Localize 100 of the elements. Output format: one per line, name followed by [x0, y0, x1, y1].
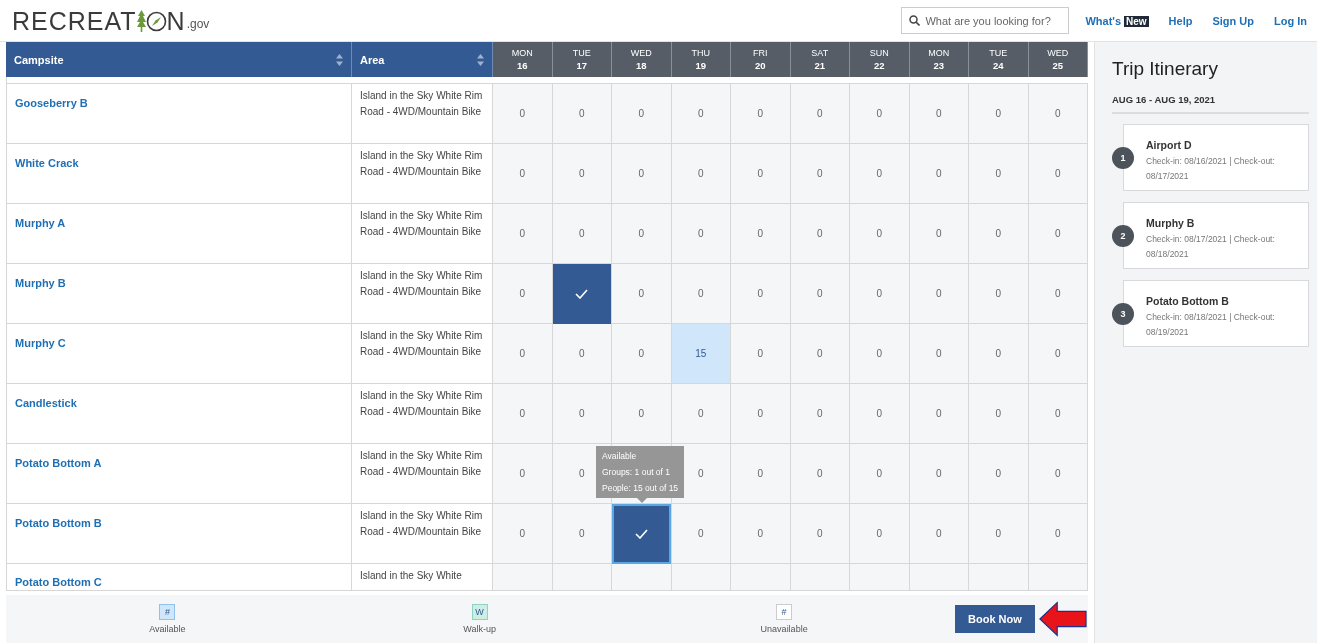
availability-cell[interactable]: 0	[969, 504, 1029, 564]
availability-cell[interactable]: 0	[731, 444, 791, 504]
availability-cell[interactable]: 0	[552, 324, 612, 384]
availability-cell[interactable]: 0	[493, 324, 553, 384]
availability-cell[interactable]	[1028, 564, 1088, 591]
campsite-link[interactable]: Murphy A	[15, 217, 66, 229]
availability-cell[interactable]	[731, 564, 791, 591]
availability-cell[interactable]: 0	[552, 84, 612, 144]
nav-link[interactable]: What's New	[1085, 14, 1149, 27]
availability-cell[interactable]: 0	[790, 264, 850, 324]
campsite-link[interactable]: Potato Bottom C	[15, 576, 102, 588]
nav-link[interactable]: Sign Up	[1212, 14, 1254, 27]
nav-link[interactable]: Log In	[1274, 14, 1307, 27]
availability-cell[interactable]: 0	[790, 504, 850, 564]
campsite-link[interactable]: Potato Bottom B	[15, 517, 102, 529]
availability-cell[interactable]: 0	[909, 384, 969, 444]
campsite-link[interactable]: Candlestick	[15, 397, 77, 409]
availability-cell[interactable]: 0	[1028, 204, 1088, 264]
availability-cell[interactable]: 0	[731, 324, 791, 384]
availability-cell[interactable]: 0	[850, 144, 910, 204]
availability-cell[interactable]: 0	[969, 84, 1029, 144]
availability-cell[interactable]	[969, 564, 1029, 591]
availability-cell[interactable]: 0	[1028, 144, 1088, 204]
availability-cell[interactable]: 0	[850, 264, 910, 324]
selected-cell[interactable]	[612, 504, 671, 564]
availability-cell[interactable]: 0	[612, 84, 672, 144]
availability-cell[interactable]: 0	[493, 84, 553, 144]
availability-cell[interactable]: 0	[790, 444, 850, 504]
availability-cell[interactable]	[671, 564, 731, 591]
availability-cell[interactable]: 0	[909, 204, 969, 264]
availability-cell[interactable]	[612, 564, 672, 591]
availability-cell[interactable]	[909, 564, 969, 591]
campsite-link[interactable]: Potato Bottom A	[15, 457, 102, 469]
availability-cell[interactable]: 0	[552, 204, 612, 264]
availability-cell[interactable]: 0	[790, 384, 850, 444]
availability-cell[interactable]: 0	[493, 384, 553, 444]
availability-cell[interactable]: 0	[909, 324, 969, 384]
column-header[interactable]: Area	[352, 42, 493, 77]
availability-cell[interactable]: 0	[969, 264, 1029, 324]
availability-cell[interactable]: 0	[493, 264, 553, 324]
availability-cell[interactable]: 0	[671, 504, 731, 564]
availability-cell[interactable]: 0	[850, 324, 910, 384]
availability-cell[interactable]: 0	[493, 144, 553, 204]
availability-cell[interactable]	[493, 564, 553, 591]
availability-cell[interactable]: 0	[612, 324, 672, 384]
availability-cell[interactable]	[552, 564, 612, 591]
availability-cell[interactable]: 0	[790, 204, 850, 264]
availability-cell[interactable]: 0	[731, 204, 791, 264]
availability-cell[interactable]: 15	[671, 324, 731, 384]
availability-cell[interactable]: 0	[671, 84, 731, 144]
availability-cell[interactable]: 0	[493, 204, 553, 264]
availability-cell[interactable]	[850, 564, 910, 591]
availability-cell[interactable]: 0	[909, 144, 969, 204]
availability-cell[interactable]: 0	[850, 204, 910, 264]
availability-cell[interactable]: 0	[671, 204, 731, 264]
availability-cell[interactable]: 0	[1028, 324, 1088, 384]
availability-cell[interactable]: 0	[969, 384, 1029, 444]
availability-cell[interactable]: 0	[1028, 264, 1088, 324]
availability-cell[interactable]: 0	[909, 264, 969, 324]
campsite-link[interactable]: White Crack	[15, 157, 79, 169]
availability-cell[interactable]: 0	[909, 444, 969, 504]
availability-cell[interactable]: 0	[731, 384, 791, 444]
availability-cell[interactable]: 0	[790, 324, 850, 384]
availability-cell[interactable]: 0	[731, 504, 791, 564]
availability-cell[interactable]: 0	[552, 144, 612, 204]
availability-cell[interactable]: 0	[909, 504, 969, 564]
availability-cell[interactable]: 0	[969, 324, 1029, 384]
availability-cell[interactable]	[790, 564, 850, 591]
book-now-button[interactable]: Book Now	[954, 605, 1036, 633]
availability-cell[interactable]: 0	[969, 144, 1029, 204]
availability-cell[interactable]: 0	[969, 444, 1029, 504]
nav-link[interactable]: Help	[1168, 14, 1193, 27]
availability-cell[interactable]: 0	[850, 504, 910, 564]
availability-cell[interactable]: 0	[731, 264, 791, 324]
availability-cell[interactable]: 0	[612, 264, 672, 324]
campsite-link[interactable]: Murphy C	[15, 337, 66, 349]
availability-cell[interactable]: 0	[612, 384, 672, 444]
availability-cell[interactable]: 0	[969, 204, 1029, 264]
availability-cell[interactable]: 0	[552, 384, 612, 444]
site-logo[interactable]: RECREAT N.gov	[12, 7, 210, 34]
availability-cell[interactable]: 0	[493, 444, 553, 504]
availability-cell[interactable]: 0	[1028, 504, 1088, 564]
availability-cell[interactable]: 0	[790, 144, 850, 204]
availability-cell[interactable]: 0	[909, 84, 969, 144]
availability-cell[interactable]: 0	[552, 504, 612, 564]
availability-cell[interactable]: 0	[612, 204, 672, 264]
availability-cell[interactable]: 0	[850, 444, 910, 504]
availability-cell[interactable]: 0	[731, 144, 791, 204]
availability-cell[interactable]: 0	[671, 144, 731, 204]
availability-cell[interactable]: 0	[850, 384, 910, 444]
availability-cell[interactable]: 0	[493, 504, 553, 564]
availability-cell[interactable]: 0	[1028, 444, 1088, 504]
availability-cell[interactable]: 0	[850, 84, 910, 144]
campsite-link[interactable]: Gooseberry B	[15, 97, 88, 109]
availability-cell[interactable]: 0	[671, 384, 731, 444]
availability-cell[interactable]: 0	[671, 264, 731, 324]
availability-cell[interactable]: 0	[731, 84, 791, 144]
selected-cell[interactable]	[552, 264, 611, 324]
availability-cell[interactable]: 0	[612, 144, 672, 204]
availability-cell[interactable]: 0	[1028, 384, 1088, 444]
